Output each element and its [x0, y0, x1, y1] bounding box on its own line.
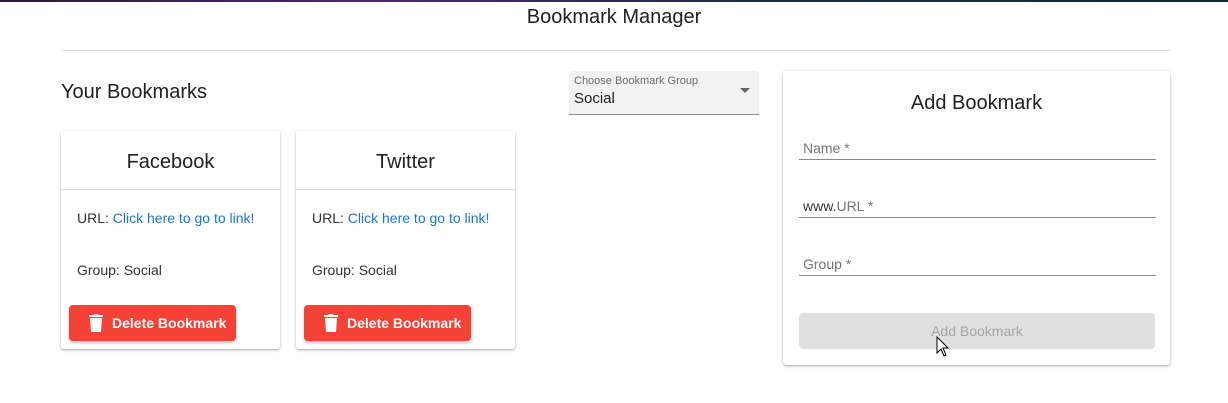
add-bookmark-card: Add Bookmark Name * www.URL * Group * Ad… — [783, 71, 1170, 365]
url-prefix: URL: — [312, 210, 344, 226]
group-field[interactable]: Group * — [799, 255, 1156, 276]
add-bookmark-button[interactable]: Add Bookmark — [799, 313, 1155, 349]
card-divider — [296, 189, 515, 190]
url-field[interactable]: www.URL * — [799, 197, 1156, 218]
delete-bookmark-button[interactable]: Delete Bookmark — [304, 305, 471, 341]
group-prefix: Group: — [312, 262, 355, 278]
group-field-placeholder: Group * — [803, 256, 852, 272]
group-prefix: Group: — [77, 262, 120, 278]
bookmark-url-row: URL: Click here to go to link! — [77, 210, 254, 226]
bookmark-card-title: Facebook — [126, 151, 215, 173]
window-top-border — [0, 0, 1228, 2]
name-field[interactable]: Name * — [799, 139, 1156, 160]
trash-icon — [324, 314, 338, 332]
url-prefix-text: www. — [803, 198, 837, 214]
url-prefix: URL: — [77, 210, 109, 226]
bookmark-url-row: URL: Click here to go to link! — [312, 210, 489, 226]
bookmark-link[interactable]: Click here to go to link! — [348, 210, 490, 226]
bookmark-card-title: Twitter — [376, 151, 435, 173]
card-divider — [61, 189, 280, 190]
bookmark-group-row: Group: Social — [77, 262, 162, 278]
url-field-placeholder: www.URL * — [803, 198, 873, 214]
add-bookmark-title: Add Bookmark — [910, 92, 1043, 114]
header-divider — [61, 50, 1170, 51]
bookmark-group-row: Group: Social — [312, 262, 397, 278]
bookmark-group: Social — [123, 262, 162, 278]
mouse-pointer-icon — [936, 336, 950, 357]
bookmark-card-facebook: Facebook URL: Click here to go to link! … — [61, 131, 280, 349]
trash-icon — [89, 314, 103, 332]
bookmark-link[interactable]: Click here to go to link! — [113, 210, 255, 226]
delete-button-label: Delete Bookmark — [112, 315, 227, 331]
url-placeholder: URL * — [836, 198, 874, 214]
group-select-value: Social — [574, 90, 615, 107]
bookmark-card-twitter: Twitter URL: Click here to go to link! G… — [296, 131, 515, 349]
bookmark-group-select[interactable]: Choose Bookmark Group Social — [569, 71, 759, 115]
delete-button-label: Delete Bookmark — [347, 315, 462, 331]
name-field-placeholder: Name * — [803, 140, 850, 156]
bookmarks-section-title: Your Bookmarks — [61, 81, 207, 103]
bookmark-group: Social — [358, 262, 397, 278]
app-title: Bookmark Manager — [526, 6, 702, 28]
caret-down-icon[interactable] — [740, 88, 750, 93]
delete-bookmark-button[interactable]: Delete Bookmark — [69, 305, 236, 341]
group-select-label: Choose Bookmark Group — [574, 75, 699, 87]
